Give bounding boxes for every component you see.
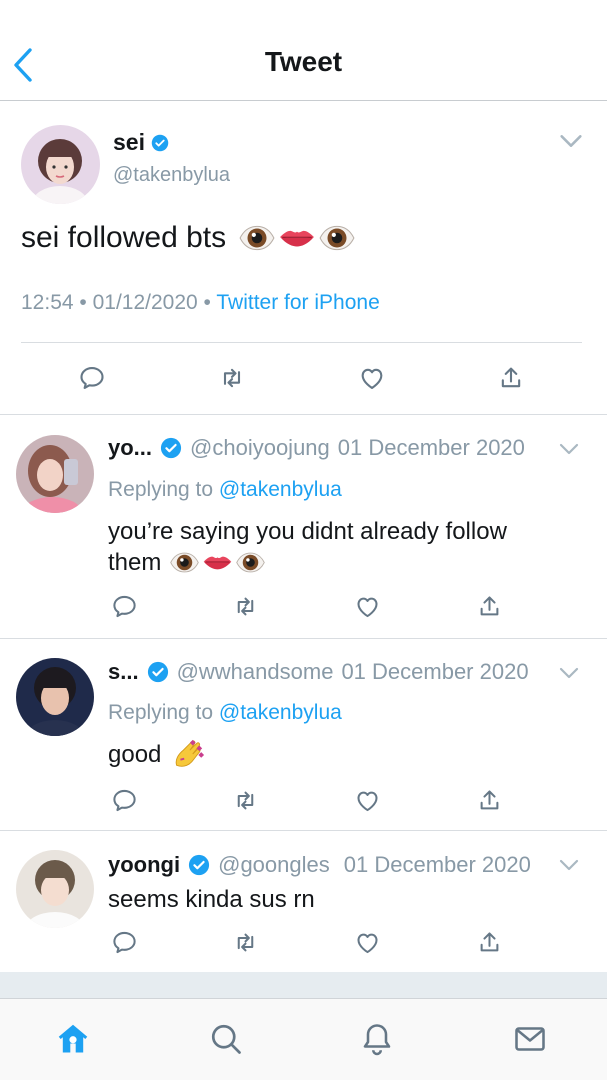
- like-button[interactable]: [352, 591, 382, 621]
- nail-polish-emoji: [171, 737, 205, 771]
- display-name[interactable]: sei: [113, 129, 145, 156]
- tweet-text: seems kinda sus rn: [108, 886, 315, 913]
- reply-button[interactable]: [109, 927, 139, 957]
- tweet-date: 01 December 2020: [341, 659, 529, 684]
- eye-emoji: [169, 547, 200, 578]
- verified-icon: [188, 854, 210, 876]
- share-button[interactable]: [496, 363, 526, 393]
- share-button[interactable]: [474, 927, 504, 957]
- tweet-date: 01/12/2020: [92, 291, 198, 314]
- retweet-button[interactable]: [230, 591, 260, 621]
- eye-emoji: [235, 547, 266, 578]
- bottom-tab-bar: [0, 998, 607, 1080]
- share-icon: [476, 787, 503, 814]
- reply-button[interactable]: [109, 785, 139, 815]
- retweet-icon: [218, 364, 246, 392]
- reply-tweet[interactable]: s... @wwhandsome 01 December 2020 Replyi…: [0, 639, 607, 831]
- mail-icon: [515, 1027, 545, 1051]
- tweet-actions: [0, 363, 607, 397]
- tweet-source-link[interactable]: Twitter for iPhone: [216, 291, 379, 314]
- search-icon: [211, 1024, 241, 1054]
- user-handle[interactable]: @wwhandsome: [177, 659, 334, 685]
- tweet-text: good: [108, 737, 205, 771]
- reply-button[interactable]: [109, 591, 139, 621]
- user-handle[interactable]: @takenbylua: [113, 164, 230, 187]
- replying-to: Replying to @takenbylua: [108, 478, 342, 501]
- reply-icon: [78, 364, 106, 392]
- tweet-actions: [0, 591, 607, 621]
- share-icon: [476, 929, 503, 956]
- retweet-icon: [232, 929, 259, 956]
- avatar[interactable]: [16, 435, 94, 513]
- tweet-text-content: sei followed bts: [21, 221, 227, 254]
- like-button[interactable]: [352, 785, 382, 815]
- eye-emoji: [318, 219, 356, 257]
- chevron-down-icon[interactable]: [557, 661, 581, 685]
- heart-icon: [358, 364, 386, 392]
- avatar[interactable]: [16, 658, 94, 736]
- divider: [21, 342, 582, 343]
- chevron-down-icon[interactable]: [557, 127, 585, 155]
- tweet-date: 01 December 2020: [337, 435, 525, 460]
- page-title: Tweet: [264, 46, 343, 77]
- chevron-down-icon[interactable]: [557, 853, 581, 877]
- timeline-end-band: [0, 972, 607, 998]
- like-button[interactable]: [352, 927, 382, 957]
- retweet-icon: [232, 787, 259, 814]
- reply-icon: [111, 593, 138, 620]
- lips-emoji: [278, 219, 316, 257]
- retweet-button[interactable]: [217, 363, 247, 393]
- retweet-button[interactable]: [230, 927, 260, 957]
- nav-header: Tweet: [0, 0, 607, 101]
- eye-emoji: [238, 219, 276, 257]
- tweet-actions: [0, 785, 607, 815]
- tweet-meta: 12:54 • 01/12/2020 • Twitter for iPhone: [21, 291, 380, 314]
- tweet-time: 12:54: [21, 291, 74, 314]
- retweet-icon: [232, 593, 259, 620]
- reply-button[interactable]: [77, 363, 107, 393]
- retweet-button[interactable]: [230, 785, 260, 815]
- tab-messages[interactable]: [512, 1021, 548, 1057]
- reply-tweet[interactable]: yo... @choiyoojung 01 December 2020 Repl…: [0, 415, 607, 639]
- reply-tweet[interactable]: yoongi @goongles 01 December 2020 seems …: [0, 831, 607, 972]
- bell-icon: [363, 1024, 391, 1056]
- share-icon: [497, 364, 525, 392]
- avatar[interactable]: [21, 125, 100, 204]
- tweet-text: you’re saying you didnt already follow t…: [108, 518, 507, 578]
- tab-home[interactable]: [55, 1021, 91, 1057]
- display-name[interactable]: yo...: [108, 435, 152, 461]
- heart-icon: [354, 787, 381, 814]
- user-handle[interactable]: @goongles: [218, 852, 330, 878]
- display-name[interactable]: s...: [108, 659, 139, 685]
- reply-icon: [111, 787, 138, 814]
- heart-icon: [354, 929, 381, 956]
- chevron-down-icon[interactable]: [557, 437, 581, 461]
- user-handle[interactable]: @choiyoojung: [190, 435, 330, 461]
- lips-emoji: [202, 547, 233, 578]
- verified-icon: [147, 661, 169, 683]
- mention-link[interactable]: @takenbylua: [219, 478, 342, 501]
- tweet-actions: [0, 927, 607, 957]
- mention-link[interactable]: @takenbylua: [219, 701, 342, 724]
- like-button[interactable]: [357, 363, 387, 393]
- verified-icon: [151, 134, 169, 152]
- tab-search[interactable]: [208, 1021, 244, 1057]
- replying-to: Replying to @takenbylua: [108, 701, 342, 724]
- tweet-date: 01 December 2020: [343, 852, 531, 877]
- share-icon: [476, 593, 503, 620]
- home-icon: [58, 1024, 88, 1053]
- share-button[interactable]: [474, 785, 504, 815]
- tweet-text: sei followed bts: [21, 219, 356, 257]
- heart-icon: [354, 593, 381, 620]
- verified-icon: [160, 437, 182, 459]
- display-name[interactable]: yoongi: [108, 852, 180, 878]
- main-tweet: sei @takenbylua sei followed bts 12:54 •…: [0, 101, 607, 415]
- reply-icon: [111, 929, 138, 956]
- avatar[interactable]: [16, 850, 94, 928]
- share-button[interactable]: [474, 591, 504, 621]
- tab-notifications[interactable]: [359, 1021, 395, 1057]
